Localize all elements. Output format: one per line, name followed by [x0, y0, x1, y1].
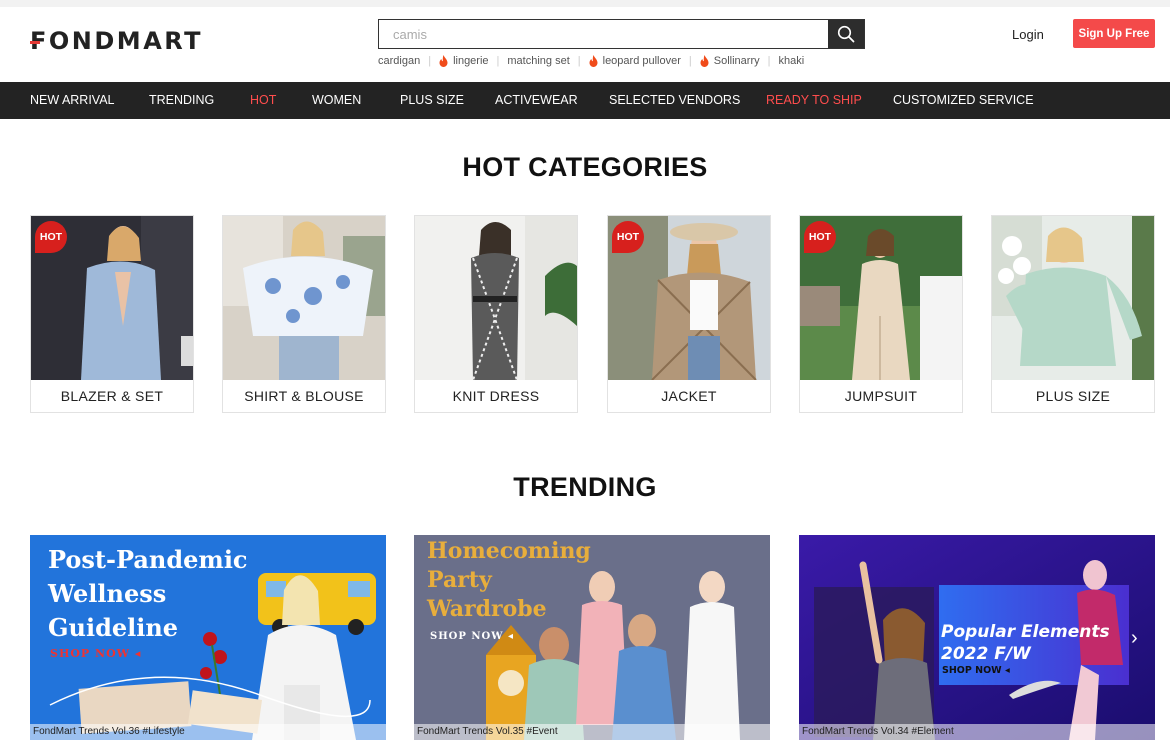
hot-categories-title: HOT CATEGORIES [462, 152, 708, 182]
nav-item-ready-to-ship[interactable]: READY TO SHIP [766, 82, 862, 119]
flame-icon [589, 55, 598, 67]
banner-event-title: Homecoming Party Wardrobe [427, 538, 591, 622]
hot-badge: HOT [612, 221, 644, 253]
category-label: BLAZER & SET [60, 388, 164, 404]
top-strip [0, 0, 1170, 7]
banner-event-shop-now[interactable]: SHOP NOW ◂ [430, 631, 514, 642]
hot-word-link[interactable]: khaki [778, 55, 804, 67]
trending-title: TRENDING [513, 472, 657, 502]
search-bar [378, 19, 865, 49]
hot-word-label: Sollinarry [713, 55, 760, 67]
hot-badge: HOT [804, 221, 836, 253]
category-image [415, 216, 577, 380]
nav-item-hot[interactable]: HOT [250, 82, 276, 119]
category-label: JUMPSUIT [844, 388, 918, 404]
hot-word-link[interactable]: cardigan [378, 55, 420, 67]
login-link[interactable]: Login [1012, 27, 1044, 42]
hot-search-words: cardigan | lingerie | matching set | leopard p… [378, 55, 804, 67]
hot-word-label: leopard pullover [602, 55, 681, 67]
hot-word-link[interactable]: lingerie [439, 55, 489, 67]
nav-item-selected-vendors[interactable]: SELECTED VENDORS [609, 82, 740, 119]
category-card-knit-dress[interactable]: KNIT DRESS [414, 215, 578, 413]
category-card-shirt-blouse[interactable]: SHIRT & BLOUSE [222, 215, 386, 413]
hot-word-link[interactable]: leopard pullover [589, 55, 681, 67]
hot-word-separator: | [496, 55, 500, 67]
category-image [992, 216, 1154, 380]
trending-banner-event[interactable]: Homecoming Party Wardrobe SHOP NOW ◂ Fon… [414, 535, 770, 740]
category-label: KNIT DRESS [452, 388, 540, 404]
hot-word-label: khaki [778, 55, 805, 67]
search-input[interactable] [379, 20, 828, 48]
category-image [223, 216, 385, 380]
category-card-plus-size[interactable]: PLUS SIZE [991, 215, 1155, 413]
hot-word-separator: | [767, 55, 771, 67]
hot-word-label: cardigan [378, 55, 421, 67]
category-label: JACKET [661, 388, 717, 404]
nav-item-women[interactable]: WOMEN [312, 82, 361, 119]
carousel-next-arrow[interactable]: › [1131, 627, 1138, 650]
fondmart-logo[interactable]: FONDMART [30, 27, 204, 55]
banner-element-title: Popular Elements 2022 F/W [941, 622, 1110, 664]
logo-text: FONDMART [30, 27, 204, 55]
banner-lifestyle-title: Post-Pandemic Wellness Guideline [48, 545, 248, 642]
hot-word-label: lingerie [453, 55, 489, 67]
site-header: FONDMART cardigan | lingerie | matching set |… [0, 7, 1170, 82]
trending-banner-element[interactable]: Popular Elements 2022 F/W SHOP NOW ◂ Fon… [799, 535, 1155, 740]
hot-word-link[interactable]: matching set [507, 55, 569, 67]
hot-word-label: matching set [507, 55, 570, 67]
nav-item-customized-service[interactable]: CUSTOMIZED SERVICE [893, 82, 1034, 119]
hot-badge: HOT [35, 221, 67, 253]
nav-item-plus-size[interactable]: PLUS SIZE [400, 82, 464, 119]
flame-icon [439, 55, 448, 67]
banner-element-shop-now[interactable]: SHOP NOW ◂ [942, 665, 1010, 676]
hot-word-link[interactable]: Sollinarry [700, 55, 760, 67]
category-card-blazer-set[interactable]: HOT BLAZER & SET [30, 215, 194, 413]
search-icon [837, 25, 855, 43]
banner-lifestyle-caption: FondMart Trends Vol.36 #Lifestyle [30, 724, 386, 740]
category-card-jacket[interactable]: HOT JACKET [607, 215, 771, 413]
logo-accent-mark [30, 41, 40, 44]
nav-item-trending[interactable]: TRENDING [149, 82, 214, 119]
category-label: SHIRT & BLOUSE [244, 388, 364, 404]
nav-item-activewear[interactable]: ACTIVEWEAR [495, 82, 578, 119]
flame-icon [700, 55, 709, 67]
category-card-jumpsuit[interactable]: HOT JUMPSUIT [799, 215, 963, 413]
sign-up-button[interactable]: Sign Up Free [1073, 19, 1155, 48]
hot-word-separator: | [577, 55, 581, 67]
nav-item-new-arrival[interactable]: NEW ARRIVAL [30, 82, 115, 119]
search-button[interactable] [828, 20, 864, 48]
banner-event-caption: FondMart Trends Vol.35 #Event [414, 724, 770, 740]
main-navigation: NEW ARRIVAL TRENDING HOT WOMEN PLUS SIZE ACTI… [0, 82, 1170, 119]
category-label: PLUS SIZE [1035, 388, 1111, 404]
banner-lifestyle-shop-now[interactable]: SHOP NOW ◂ [50, 647, 141, 660]
hot-word-separator: | [428, 55, 432, 67]
trending-banner-lifestyle[interactable]: Post-Pandemic Wellness Guideline SHOP NO… [30, 535, 386, 740]
banner-element-caption: FondMart Trends Vol.34 #Element [799, 724, 1155, 740]
hot-word-separator: | [688, 55, 692, 67]
